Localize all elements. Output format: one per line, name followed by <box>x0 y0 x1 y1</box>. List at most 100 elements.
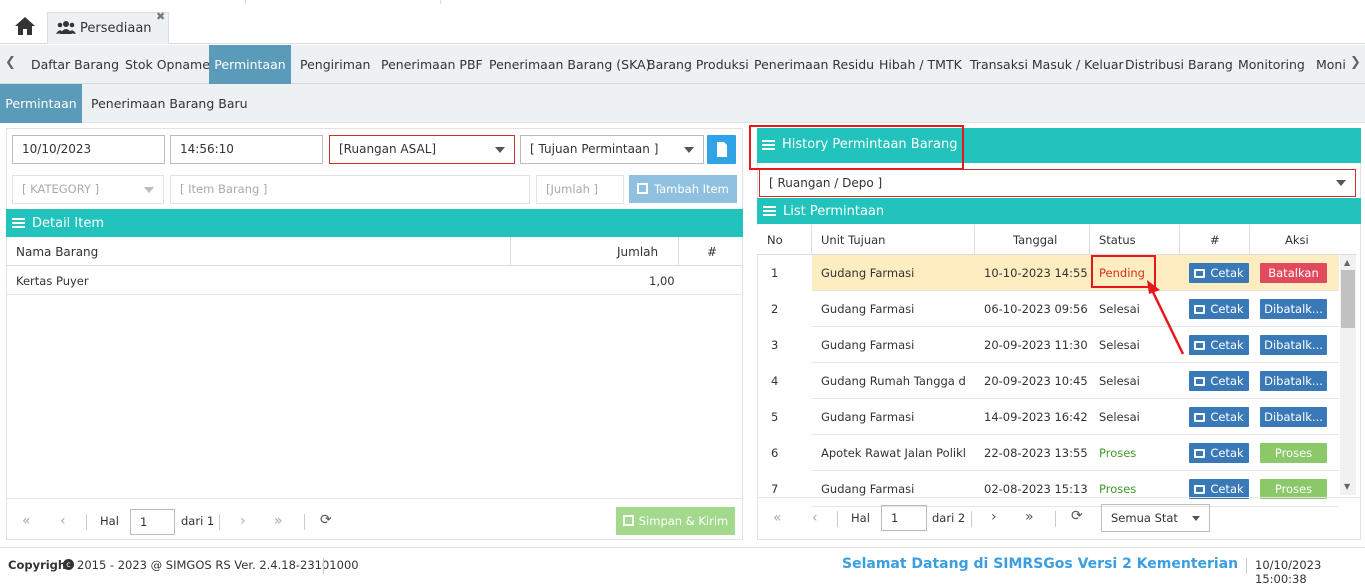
aksi-button[interactable]: Dibatalk... <box>1260 407 1327 427</box>
row-unit-tujuan: Gudang Farmasi <box>821 266 915 280</box>
menu-item-permintaan[interactable]: Permintaan <box>209 45 291 84</box>
table-row[interactable]: 6 Apotek Rawat Jalan Polikli... 22-08-2023… <box>759 435 1339 471</box>
new-document-button[interactable] <box>707 135 736 164</box>
cetak-button[interactable]: Cetak <box>1189 299 1249 319</box>
ruangan-asal-select[interactable]: [Ruangan ASAL] <box>329 135 515 164</box>
subtab-penerimaan-barang-baru[interactable]: Penerimaan Barang Baru <box>91 84 248 123</box>
jumlah-input[interactable]: [Jumlah ] <box>536 175 624 204</box>
menu-item-penerimaan-pbf[interactable]: Penerimaan PBF <box>381 45 483 84</box>
cetak-button[interactable]: Cetak <box>1189 407 1249 427</box>
next-page-icon[interactable]: › <box>240 513 246 529</box>
close-tab-icon[interactable]: ✖ <box>156 10 165 23</box>
menu-item-moni[interactable]: Moni <box>1316 45 1346 84</box>
footer-separator <box>1246 558 1247 574</box>
table-row[interactable]: 2Gudang Farmasi06-10-2023 09:56...Selesa… <box>759 291 1339 327</box>
refresh-icon[interactable]: ⟳ <box>1071 508 1083 524</box>
scroll-down-icon[interactable]: ▼ <box>1344 482 1350 491</box>
printer-icon <box>1194 269 1206 278</box>
chevron-down-icon <box>1336 180 1346 186</box>
menu-item-stok-opname[interactable]: Stok Opname <box>125 45 210 84</box>
status-filter-value: Semua Stat <box>1111 511 1178 525</box>
pager-divider <box>6 498 743 499</box>
row-no: 3 <box>759 327 812 363</box>
top-divider <box>245 0 246 4</box>
first-page-icon[interactable]: « <box>773 510 782 526</box>
main-menu-bar: Daftar Barang Stok Opname Permintaan Pengir… <box>0 45 1365 84</box>
time-input[interactable]: 14:56:10 <box>170 135 323 164</box>
category-select[interactable]: [ KATEGORY ] <box>12 175 164 204</box>
chevron-right-icon[interactable]: ❯ <box>1350 55 1361 70</box>
table-row[interactable]: 3Gudang Farmasi20-09-2023 11:30...Selesa… <box>759 327 1339 363</box>
cetak-label: Cetak <box>1210 446 1244 460</box>
menu-item-penerimaan-residu[interactable]: Penerimaan Residu <box>754 45 874 84</box>
cetak-button[interactable]: Cetak <box>1189 371 1249 391</box>
scrollbar-thumb[interactable] <box>1341 270 1355 328</box>
prev-page-icon[interactable]: ‹ <box>812 510 818 526</box>
menu-item-pengiriman[interactable]: Pengiriman <box>300 45 370 84</box>
scroll-up-icon[interactable]: ▲ <box>1344 258 1350 267</box>
table-row[interactable]: 1Gudang Farmasi10-10-2023 14:55...Pendin… <box>759 255 1339 291</box>
status-filter-select[interactable]: Semua Stat <box>1101 504 1210 532</box>
cetak-button[interactable]: Cetak <box>1189 263 1249 283</box>
row-no: 2 <box>759 291 812 327</box>
ruangan-depo-select[interactable]: [ Ruangan / Depo ] <box>759 169 1356 197</box>
menu-item-monitoring[interactable]: Monitoring <box>1238 45 1305 84</box>
cetak-button[interactable]: Cetak <box>1189 443 1249 463</box>
dari-label: dari 1 <box>181 514 215 528</box>
aksi-button[interactable]: Proses <box>1260 479 1327 499</box>
aksi-button[interactable]: Batalkan <box>1260 263 1327 283</box>
aksi-button[interactable]: Dibatalk... <box>1260 371 1327 391</box>
simpan-kirim-button[interactable]: Simpan & Kirim <box>616 507 735 535</box>
row-status: Proses <box>1099 446 1137 460</box>
hal-label: Hal <box>851 511 870 525</box>
date-input[interactable]: 10/10/2023 <box>12 135 165 164</box>
row-nama-barang: Kertas Puyer <box>16 274 89 288</box>
pager-separator <box>837 511 838 527</box>
subtab-permintaan[interactable]: Permintaan <box>0 84 82 123</box>
last-page-icon[interactable]: » <box>1025 509 1034 525</box>
table-row[interactable]: 5 Gudang Farmasi 14-09-2023 16:42... Selesa… <box>759 399 1339 435</box>
col-divider <box>974 225 975 255</box>
tambah-item-button[interactable]: Tambah Item <box>629 175 737 203</box>
menu-item-barang-produksi[interactable]: Barang Produksi <box>647 45 749 84</box>
right-pager: « ‹ Hal 1 dari 2 › » ⟳ Semua Stat <box>757 499 1361 539</box>
chevron-down-icon <box>495 147 505 153</box>
document-icon <box>717 142 727 157</box>
footer-datetime: 10/10/2023 15:00:38 <box>1255 558 1322 584</box>
menu-item-daftar-barang[interactable]: Daftar Barang <box>31 45 119 84</box>
menu-item-hibah-tmtk[interactable]: Hibah / TMTK <box>879 45 962 84</box>
aksi-button[interactable]: Dibatalk... <box>1260 335 1327 355</box>
refresh-icon[interactable]: ⟳ <box>320 512 332 528</box>
cetak-label: Cetak <box>1210 410 1244 424</box>
table-row[interactable]: Kertas Puyer 1,00 <box>6 266 743 295</box>
prev-page-icon[interactable]: ‹ <box>60 513 66 529</box>
ruangan-asal-value: [Ruangan ASAL] <box>339 142 437 156</box>
welcome-marquee: Selamat Datang di SIMRSGos Versi 2 Kemen… <box>842 556 1238 572</box>
page-input[interactable]: 1 <box>881 505 927 531</box>
table-row[interactable]: 4 Gudang Rumah Tangga d... 20-09-2023 10:4… <box>759 363 1339 399</box>
first-page-icon[interactable]: « <box>22 513 31 529</box>
save-icon <box>622 515 634 526</box>
cetak-button[interactable]: Cetak <box>1189 335 1249 355</box>
row-no: 4 <box>759 363 812 399</box>
page-input[interactable]: 1 <box>130 509 175 535</box>
row-status: Selesai <box>1099 410 1140 424</box>
aksi-button[interactable]: Dibatalk... <box>1260 299 1327 319</box>
menu-item-transaksi-masuk-keluar[interactable]: Transaksi Masuk / Keluar <box>970 45 1124 84</box>
app-tab-persediaan[interactable]: Persediaan <box>47 12 169 44</box>
item-barang-input[interactable]: [ Item Barang ] <box>170 175 530 204</box>
menu-item-distribusi-barang[interactable]: Distribusi Barang <box>1125 45 1233 84</box>
tujuan-permintaan-select[interactable]: [ Tujuan Permintaan ] <box>520 135 704 164</box>
chevron-down-icon <box>144 187 154 193</box>
last-page-icon[interactable]: » <box>274 513 283 529</box>
next-page-icon[interactable]: › <box>991 509 997 525</box>
chevron-left-icon[interactable]: ❮ <box>5 55 16 70</box>
aksi-button[interactable]: Proses <box>1260 443 1327 463</box>
version-text: 2015 - 2023 @ SIMGOS RS Ver. 2.4.18-2310… <box>77 558 359 572</box>
menu-item-penerimaan-barang-ska[interactable]: Penerimaan Barang (SKA) <box>489 45 650 84</box>
home-icon[interactable] <box>14 16 40 38</box>
pager-separator <box>971 511 972 527</box>
cetak-button[interactable]: Cetak <box>1189 479 1249 499</box>
tujuan-permintaan-value: [ Tujuan Permintaan ] <box>530 142 659 156</box>
pager-separator <box>1055 511 1056 527</box>
